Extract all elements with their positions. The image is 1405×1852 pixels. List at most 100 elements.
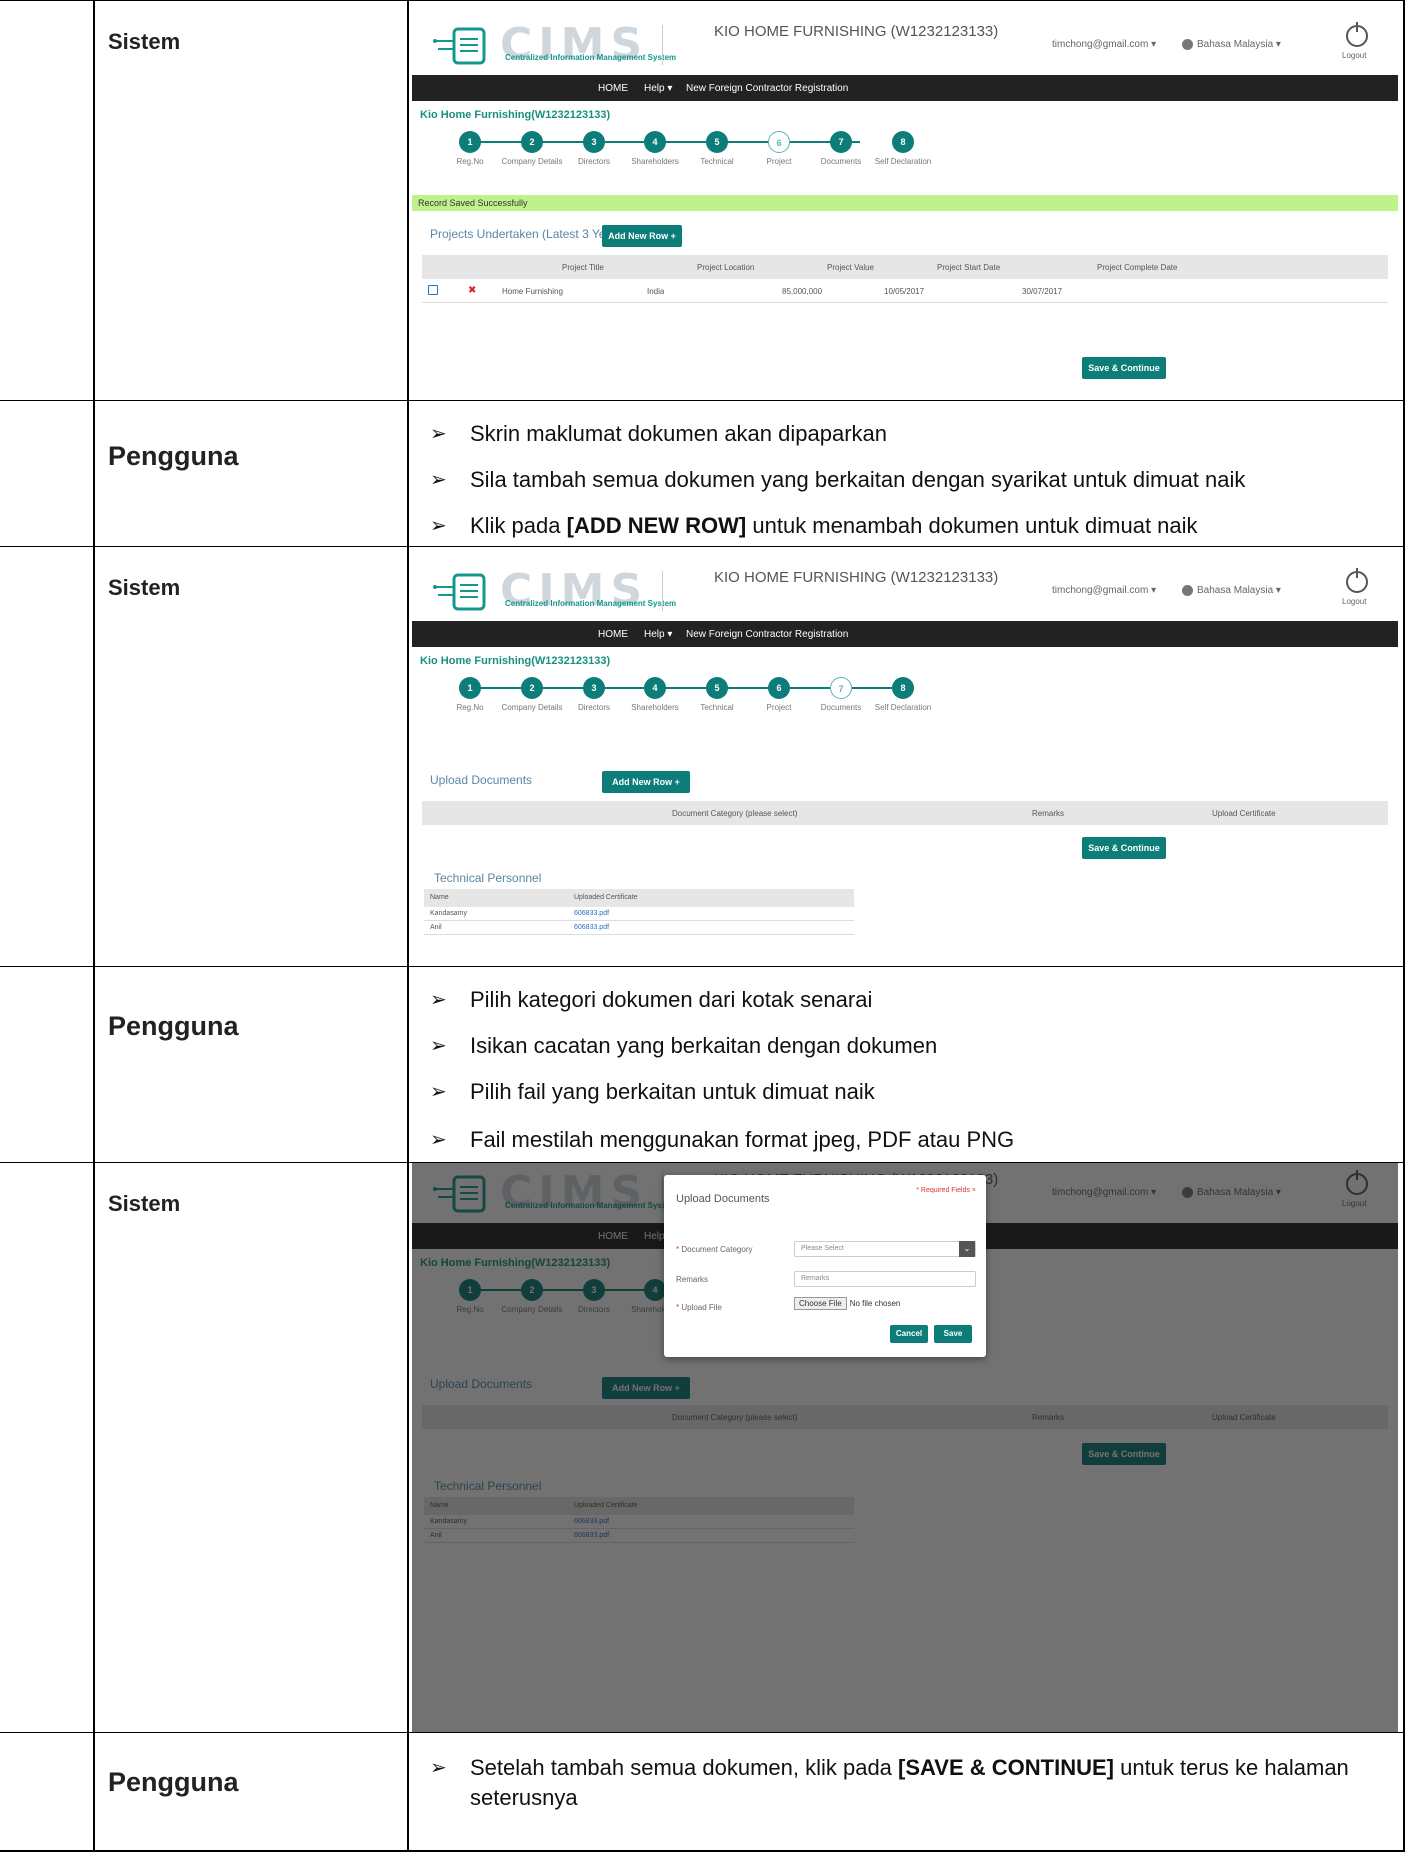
divider — [662, 571, 663, 611]
logout-link[interactable]: Logout — [1342, 597, 1366, 606]
screenshot-upload-modal: CIMS Centralized Information Management … — [412, 1163, 1398, 1733]
step-5[interactable]: 5 — [706, 131, 728, 153]
col-header: Upload Certificate — [1212, 809, 1276, 818]
screenshot-projects: CIMS Centralized Information Management … — [412, 15, 1398, 393]
step-4[interactable]: 4 — [644, 131, 666, 153]
step-label: Shareholders — [631, 157, 679, 166]
chevron-down-icon: ⌄ — [959, 1241, 975, 1257]
cims-logo-icon — [433, 573, 486, 611]
table-row: ✖ Home Furnishing India 85,000,000 10/05… — [422, 279, 1388, 303]
step-3[interactable]: 3 — [583, 677, 605, 699]
step-label: Documents — [820, 157, 862, 166]
nav-home[interactable]: HOME — [598, 83, 628, 94]
add-new-row-button[interactable]: Add New Row + — [602, 771, 690, 793]
col-header: Project Location — [697, 263, 755, 272]
instruction-text: Pilih kategori dokumen dari kotak senara… — [470, 987, 873, 1012]
company-name: Kio Home Furnishing(W1232123133) — [420, 655, 611, 667]
cell-title: Home Furnishing — [502, 287, 563, 296]
instruction-text: Klik pada [ADD NEW ROW] untuk menambah d… — [470, 513, 1198, 539]
company-title: KIO HOME FURNISHING (W1232123133) — [714, 569, 999, 586]
nav-registration[interactable]: New Foreign Contractor Registration — [686, 83, 848, 94]
role-label: Pengguna — [108, 1011, 239, 1041]
instruction-text: Skrin maklumat dokumen akan dipaparkan — [470, 421, 888, 446]
col-header: Uploaded Certificate — [574, 894, 638, 901]
table-row: Pengguna ➢ Skrin maklumat dokumen akan di… — [0, 400, 1405, 546]
step-7[interactable]: 7 — [830, 131, 852, 153]
text-pre: Setelah tambah semua dokumen, klik pada — [470, 1755, 899, 1780]
language-label: Bahasa Malaysia ▾ — [1197, 585, 1281, 597]
app-header: CIMS Centralized Information Management … — [412, 15, 1398, 73]
arrow-bullet-icon: ➢ — [430, 515, 447, 537]
col-header: Project Complete Date — [1097, 263, 1178, 272]
nav-registration[interactable]: New Foreign Contractor Registration — [686, 629, 848, 640]
text-pre: Klik pada — [470, 513, 567, 538]
step-3[interactable]: 3 — [583, 131, 605, 153]
user-email-menu[interactable]: timchong@gmail.com ▾ — [1052, 585, 1156, 596]
step-label: Directors — [577, 703, 610, 712]
cancel-button[interactable]: Cancel — [890, 1325, 928, 1343]
document-category-select[interactable]: Please Select ⌄ — [794, 1241, 976, 1257]
step-6[interactable]: 6 — [768, 131, 790, 153]
instruction: ➢ Pilih fail yang berkaitan untuk dimuat … — [430, 1079, 875, 1105]
company-name: Kio Home Furnishing(W1232123133) — [420, 109, 611, 121]
file-chooser[interactable]: Choose File No file chosen — [794, 1297, 901, 1310]
col-header: Name — [430, 894, 449, 901]
step-1[interactable]: 1 — [459, 677, 481, 699]
table-header: Document Category (please select) Remark… — [422, 801, 1388, 825]
step-label: Company Details — [501, 703, 563, 712]
step-6[interactable]: 6 — [768, 677, 790, 699]
step-5[interactable]: 5 — [706, 677, 728, 699]
table-row: Sistem CIMS Centralized Information Mana… — [0, 1162, 1405, 1733]
logout-link[interactable]: Logout — [1342, 51, 1366, 60]
nav-help[interactable]: Help ▾ — [644, 83, 672, 94]
step-label: Self Declaration — [874, 157, 932, 166]
file-label: * Upload File — [676, 1303, 722, 1312]
choose-file-button[interactable]: Choose File — [794, 1297, 847, 1310]
step-1[interactable]: 1 — [459, 131, 481, 153]
col-header: Project Title — [562, 263, 604, 272]
language-label: Bahasa Malaysia ▾ — [1197, 39, 1281, 51]
step-2[interactable]: 2 — [521, 677, 543, 699]
delete-icon[interactable]: ✖ — [468, 285, 476, 296]
step-8[interactable]: 8 — [892, 131, 914, 153]
no-file-text: No file chosen — [849, 1299, 901, 1308]
section-title: Projects Undertaken (Latest 3 Years) — [430, 227, 627, 241]
save-button[interactable]: Save — [934, 1325, 972, 1343]
nav-help[interactable]: Help ▾ — [644, 629, 672, 640]
remarks-input[interactable]: Remarks — [794, 1271, 976, 1287]
step-2[interactable]: 2 — [521, 131, 543, 153]
step-7[interactable]: 7 — [830, 677, 852, 699]
step-label: Reg.No — [456, 703, 484, 712]
instruction: ➢ Sila tambah semua dokumen yang berkaita… — [430, 467, 1245, 493]
instruction: ➢ Isikan cacatan yang berkaitan dengan do… — [430, 1033, 937, 1059]
language-menu[interactable]: Bahasa Malaysia ▾ — [1182, 39, 1281, 50]
arrow-bullet-icon: ➢ — [430, 1757, 447, 1779]
user-email-menu[interactable]: timchong@gmail.com ▾ — [1052, 39, 1156, 50]
nav-home[interactable]: HOME — [598, 629, 628, 640]
edit-icon[interactable] — [428, 285, 438, 295]
step-4[interactable]: 4 — [644, 677, 666, 699]
instruction: ➢ Fail mestilah menggunakan format jpeg, … — [430, 1127, 1014, 1153]
save-continue-button[interactable]: Save & Continue — [1082, 837, 1166, 859]
cims-logo-text: CIMS — [500, 565, 649, 616]
step-8[interactable]: 8 — [892, 677, 914, 699]
file-label-text: Upload File — [681, 1303, 722, 1312]
table-row: Anil 606833.pdf — [424, 921, 854, 935]
cell-file-link[interactable]: 606833.pdf — [574, 924, 609, 931]
globe-icon — [1182, 585, 1193, 596]
nav-bar: HOME Help ▾ New Foreign Contractor Regis… — [412, 621, 1398, 647]
select-value: Please Select — [801, 1245, 844, 1252]
arrow-bullet-icon: ➢ — [430, 469, 447, 491]
instruction: ➢ Pilih kategori dokumen dari kotak senar… — [430, 987, 872, 1013]
col-header: Document Category (please select) — [672, 809, 798, 818]
cell-complete: 30/07/2017 — [1022, 287, 1063, 296]
save-continue-button[interactable]: Save & Continue — [1082, 357, 1166, 379]
modal-title: Upload Documents — [676, 1193, 770, 1205]
power-icon[interactable] — [1346, 568, 1368, 593]
cell-file-link[interactable]: 606833.pdf — [574, 910, 609, 917]
table-row: Kandasamy 606833.pdf — [424, 907, 854, 921]
language-menu[interactable]: Bahasa Malaysia ▾ — [1182, 585, 1281, 596]
power-icon[interactable] — [1346, 22, 1368, 47]
add-new-row-button[interactable]: Add New Row + — [602, 225, 682, 247]
required-fields-close[interactable]: * Required Fields × — [916, 1187, 976, 1194]
